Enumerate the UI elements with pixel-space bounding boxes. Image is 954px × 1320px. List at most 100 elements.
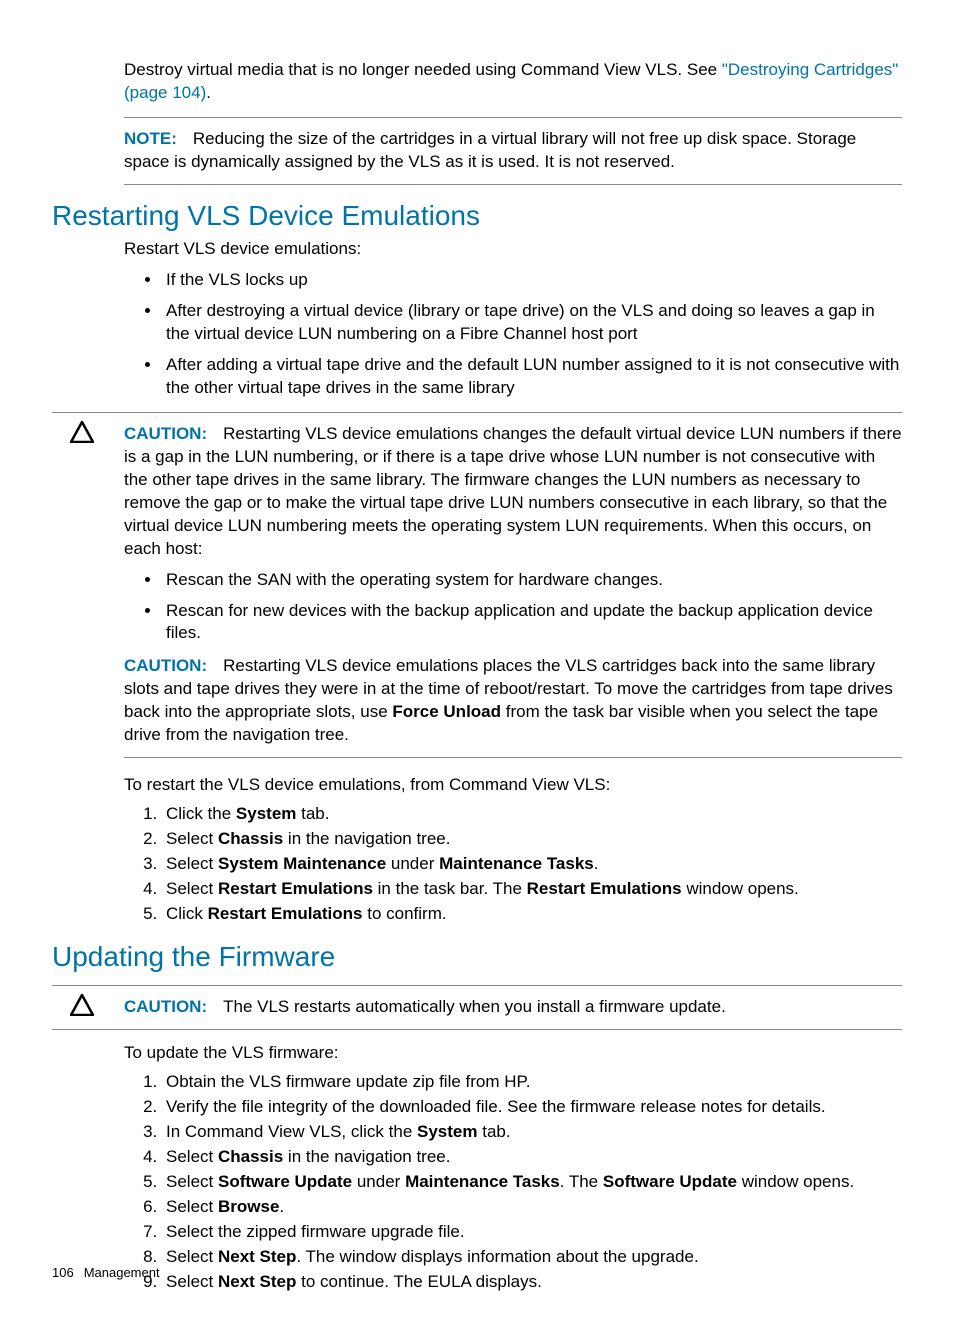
list-item: Verify the file integrity of the downloa… [162,1096,902,1119]
step-text: under [352,1172,405,1191]
caution-block-3: CAUTION: The VLS restarts automatically w… [52,985,902,1030]
step-text: to confirm. [363,904,447,923]
list-item: In Command View VLS, click the System ta… [162,1121,902,1144]
note-label: NOTE: [124,129,177,148]
list-item: After adding a virtual tape drive and th… [162,354,902,400]
step-text: in the navigation tree. [283,1147,450,1166]
caution2-bold: Force Unload [392,702,501,721]
step-text: Select [166,1197,218,1216]
step-bold: Chassis [218,829,283,848]
list-item: Rescan the SAN with the operating system… [162,569,902,592]
caution-triangle-icon [70,421,94,443]
page: Destroy virtual media that is no longer … [0,0,954,1320]
caution1-text: Restarting VLS device emulations changes… [124,424,902,558]
step-text: to continue. The EULA displays. [296,1272,541,1291]
section1-procedure-lead: To restart the VLS device emulations, fr… [124,774,902,797]
step-text: In Command View VLS, click the [166,1122,417,1141]
list-item: After destroying a virtual device (libra… [162,300,902,346]
caution-content: CAUTION: The VLS restarts automatically w… [124,992,902,1023]
caution1-bullet-list: Rescan the SAN with the operating system… [124,569,902,646]
list-item: Select Next Step. The window displays in… [162,1246,902,1269]
caution3-paragraph: CAUTION: The VLS restarts automatically w… [124,996,902,1019]
step-bold: Next Step [218,1247,296,1266]
list-item: Obtain the VLS firmware update zip file … [162,1071,902,1094]
step-bold: Restart Emulations [208,904,363,923]
step-text: Select [166,1247,218,1266]
list-item: Select Chassis in the navigation tree. [162,1146,902,1169]
list-item: Select Browse. [162,1196,902,1219]
step-bold: Software Update [218,1172,352,1191]
caution-content: CAUTION:Restarting VLS device emulations… [124,419,902,770]
step-text: Select [166,1147,218,1166]
list-item: Rescan for new devices with the backup a… [162,600,902,646]
intro-block: Destroy virtual media that is no longer … [124,59,902,185]
caution-label: CAUTION: [124,424,207,443]
section2-procedure-lead: To update the VLS firmware: [124,1042,902,1065]
step-bold: Next Step [218,1272,296,1291]
step-text: . The window displays information about … [296,1247,698,1266]
intro-text-b: . [206,83,211,102]
section1-body: Restart VLS device emulations: If the VL… [124,238,902,400]
section2-procedure: To update the VLS firmware: Obtain the V… [124,1042,902,1293]
step-bold: Browse [218,1197,279,1216]
step-text: . [279,1197,284,1216]
step-text: Select [166,879,218,898]
step-text: window opens. [737,1172,854,1191]
step-text: tab. [296,804,329,823]
step-text: Select [166,854,218,873]
list-item: Select Chassis in the navigation tree. [162,828,902,851]
step-text: Verify the file integrity of the downloa… [166,1097,826,1116]
caution-label: CAUTION: [124,997,207,1016]
step-bold: System [417,1122,477,1141]
section1-bullet-list: If the VLS locks up After destroying a v… [124,269,902,400]
section1-lead: Restart VLS device emulations: [124,238,902,261]
step-text: . The [560,1172,603,1191]
step-text: tab. [478,1122,511,1141]
step-text: Select [166,1172,218,1191]
step-bold: System Maintenance [218,854,386,873]
step-bold: Maintenance Tasks [439,854,594,873]
caution-triangle-icon [70,994,94,1016]
caution-label: CAUTION: [124,656,207,675]
list-item: Select Next Step to continue. The EULA d… [162,1271,902,1294]
list-item: If the VLS locks up [162,269,902,292]
caution2-paragraph: CAUTION:Restarting VLS device emulations… [124,655,902,747]
list-item: Select the zipped firmware upgrade file. [162,1221,902,1244]
page-number: 106 [52,1265,74,1280]
step-text: Click [166,904,208,923]
step-text: under [386,854,439,873]
step-bold: Software Update [603,1172,737,1191]
step-text: in the navigation tree. [283,829,450,848]
list-item: Select Software Update under Maintenance… [162,1171,902,1194]
note-paragraph: NOTE:Reducing the size of the cartridges… [124,128,902,174]
step-bold: Restart Emulations [527,879,682,898]
section1-procedure: To restart the VLS device emulations, fr… [124,774,902,926]
step-bold: Maintenance Tasks [405,1172,560,1191]
step-text: Obtain the VLS firmware update zip file … [166,1072,530,1091]
intro-text-a: Destroy virtual media that is no longer … [124,60,722,79]
step-text: Select the zipped firmware upgrade file. [166,1222,465,1241]
caution3-text: The VLS restarts automatically when you … [223,997,726,1016]
caution-block-1: CAUTION:Restarting VLS device emulations… [52,412,902,770]
heading-restarting-vls: Restarting VLS Device Emulations [52,199,902,233]
caution-icon-col [52,419,124,448]
note-text: Reducing the size of the cartridges in a… [124,129,856,171]
footer-section: Management [84,1265,160,1280]
caution-block-2: CAUTION:Restarting VLS device emulations… [124,655,902,758]
step-text: Select [166,829,218,848]
step-bold: Chassis [218,1147,283,1166]
intro-paragraph: Destroy virtual media that is no longer … [124,59,902,105]
list-item: Select System Maintenance under Maintena… [162,853,902,876]
heading-updating-firmware: Updating the Firmware [52,940,902,974]
step-bold: System [236,804,296,823]
section2-steps: Obtain the VLS firmware update zip file … [124,1071,902,1293]
caution-icon-col [52,992,124,1021]
list-item: Select Restart Emulations in the task ba… [162,878,902,901]
step-text: window opens. [682,879,799,898]
step-text: Click the [166,804,236,823]
step-text: . [594,854,599,873]
caution1-paragraph: CAUTION:Restarting VLS device emulations… [124,423,902,561]
page-footer: 106 Management [52,1265,160,1280]
step-text: Select [166,1272,218,1291]
list-item: Click the System tab. [162,803,902,826]
